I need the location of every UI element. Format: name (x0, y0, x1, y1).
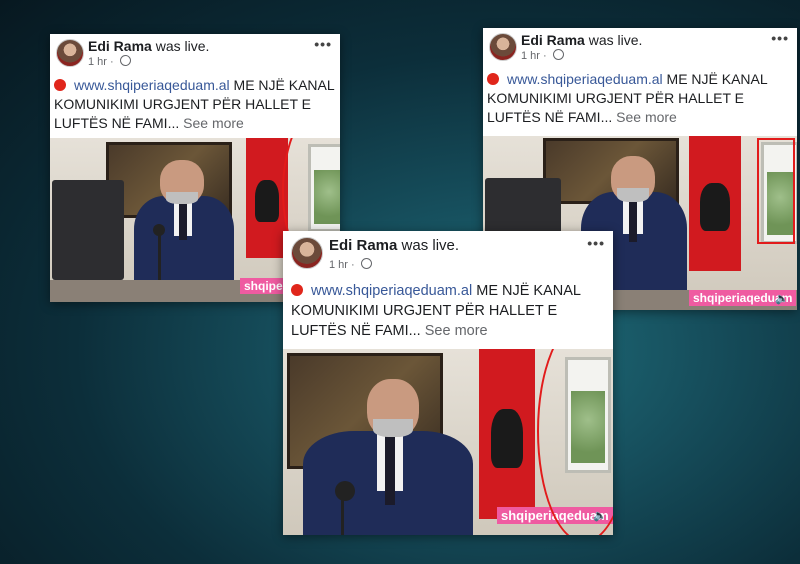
globe-icon (360, 258, 372, 269)
post-text-line3: LUFTËS NË FAMI... (487, 109, 613, 125)
author-line: Edi Rama was live. (329, 237, 459, 254)
post-text-line2: KOMUNIKIMI URGJENT PËR HALLET E (291, 303, 558, 319)
post-text-line3: LUFTËS NË FAMI... (54, 115, 180, 131)
highlight-rectangle (757, 138, 795, 244)
author-action: was live. (588, 32, 643, 48)
globe-icon (552, 49, 564, 60)
post-header: Edi Rama was live. 1 hr · ••• (50, 34, 340, 74)
globe-icon (119, 55, 131, 66)
post-text-line1: ME NJË KANAL (476, 283, 581, 299)
more-options-icon[interactable]: ••• (771, 30, 789, 46)
see-more-link[interactable]: See more (616, 109, 677, 125)
red-circle-icon (291, 284, 303, 296)
meta-separator: · (543, 50, 547, 62)
post-text: www.shqiperiaqeduam.al ME NJË KANAL KOMU… (487, 70, 793, 127)
author-name[interactable]: Edi Rama (329, 237, 397, 254)
post-meta: 1 hr · (521, 49, 564, 62)
live-video-frame[interactable]: shqiperiaqeduam 🔈 (283, 349, 613, 535)
post-card-center: Edi Rama was live. 1 hr · ••• www.shqipe… (283, 231, 613, 535)
post-link[interactable]: www.shqiperiaqeduam.al (74, 77, 230, 93)
more-options-icon[interactable]: ••• (587, 235, 605, 251)
post-header: Edi Rama was live. 1 hr · ••• (483, 28, 797, 68)
author-avatar[interactable] (489, 33, 517, 61)
post-meta: 1 hr · (329, 258, 372, 271)
author-action: was live. (155, 38, 210, 54)
author-name[interactable]: Edi Rama (88, 38, 152, 54)
post-link[interactable]: www.shqiperiaqeduam.al (311, 283, 472, 299)
see-more-link[interactable]: See more (183, 115, 244, 131)
see-more-link[interactable]: See more (425, 323, 488, 339)
red-circle-icon (54, 79, 66, 91)
author-line: Edi Rama was live. (88, 38, 209, 54)
post-text: www.shqiperiaqeduam.al ME NJË KANAL KOMU… (291, 281, 609, 341)
post-time[interactable]: 1 hr (88, 56, 107, 68)
speaker-icon[interactable]: 🔈 (775, 292, 789, 305)
post-time[interactable]: 1 hr (329, 259, 348, 271)
post-text-line1: ME NJË KANAL (666, 71, 768, 87)
post-meta: 1 hr · (88, 55, 131, 68)
author-line: Edi Rama was live. (521, 32, 642, 48)
author-avatar[interactable] (291, 237, 323, 269)
albanian-flag (689, 136, 741, 271)
post-header: Edi Rama was live. 1 hr · ••• (283, 231, 613, 271)
post-time[interactable]: 1 hr (521, 50, 540, 62)
red-circle-icon (487, 73, 499, 85)
author-name[interactable]: Edi Rama (521, 32, 585, 48)
meta-separator: · (351, 259, 355, 271)
post-text: www.shqiperiaqeduam.al ME NJË KANAL KOMU… (54, 76, 336, 133)
post-text-line2: KOMUNIKIMI URGJENT PËR HALLET E (487, 90, 744, 106)
speaker-person (303, 375, 473, 535)
computer-monitor (52, 180, 124, 280)
post-text-line3: LUFTËS NË FAMI... (291, 323, 421, 339)
post-text-line2: KOMUNIKIMI URGJENT PËR HALLET E (54, 96, 311, 112)
author-avatar[interactable] (56, 39, 84, 67)
meta-separator: · (110, 56, 114, 68)
post-text-line1: ME NJË KANAL (233, 77, 335, 93)
post-link[interactable]: www.shqiperiaqeduam.al (507, 71, 663, 87)
albanian-flag (479, 349, 535, 519)
more-options-icon[interactable]: ••• (314, 36, 332, 52)
author-action: was live. (401, 237, 460, 254)
